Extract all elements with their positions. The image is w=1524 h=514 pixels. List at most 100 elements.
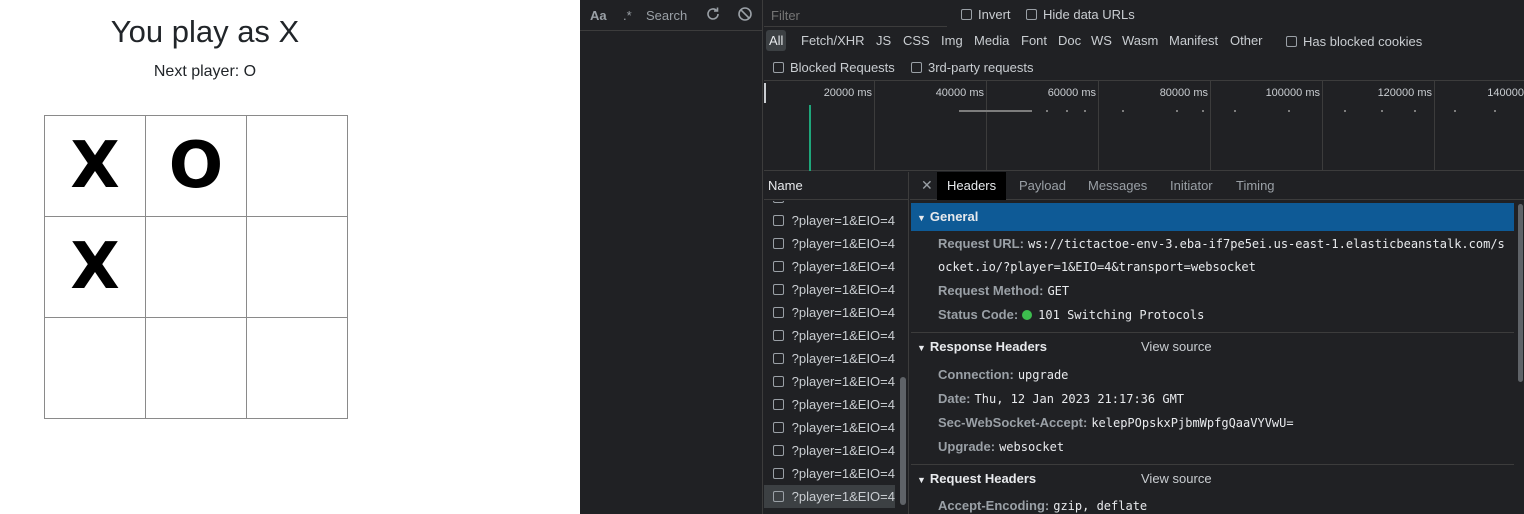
timeline-dot <box>1288 110 1290 112</box>
board-cell[interactable]: X <box>45 116 146 217</box>
tab-messages[interactable]: Messages <box>1078 172 1157 200</box>
type-filter-css[interactable]: CSS <box>900 30 933 51</box>
regex-button[interactable]: .* <box>623 8 632 23</box>
refresh-icon[interactable] <box>705 6 721 25</box>
timeline-dot <box>1234 110 1236 112</box>
checkbox-icon <box>773 399 784 410</box>
type-filter-doc[interactable]: Doc <box>1055 30 1084 51</box>
board-cell[interactable] <box>146 217 247 318</box>
match-case-button[interactable]: Aa <box>590 8 607 23</box>
checkbox-icon <box>773 330 784 341</box>
checkbox-icon <box>1286 36 1297 47</box>
status-ok-icon <box>1022 310 1033 320</box>
clear-icon[interactable] <box>737 6 753 25</box>
timeline-label: 100000 ms <box>1265 87 1320 99</box>
request-name: ?player=1&EIO=4 <box>791 351 895 366</box>
details-tabbar: ✕ Headers Payload Messages Initiator Tim… <box>910 172 1524 200</box>
hide-data-urls-checkbox[interactable]: Hide data URLs <box>1026 7 1135 22</box>
invert-checkbox[interactable]: Invert <box>961 7 1011 22</box>
name-column-header[interactable]: Name <box>764 172 909 200</box>
timeline-label: 140000 <box>1487 87 1524 99</box>
tab-timing[interactable]: Timing <box>1226 172 1285 200</box>
third-party-requests-checkbox[interactable]: 3rd-party requests <box>911 60 1034 75</box>
request-row[interactable]: ?player=1&EIO=4 <box>764 393 895 416</box>
blocked-requests-checkbox[interactable]: Blocked Requests <box>773 60 895 75</box>
timeline-dot <box>1176 110 1178 112</box>
board-cell[interactable] <box>247 116 348 217</box>
close-icon[interactable]: ✕ <box>921 177 933 194</box>
checkbox-icon <box>773 215 784 226</box>
request-name: ?player=1&EIO=4 <box>791 397 895 412</box>
general-section-header[interactable]: ▼ General <box>911 203 1514 231</box>
section-title: Request Headers <box>929 471 1037 486</box>
request-name: ?player=1&EIO=4 <box>791 328 895 343</box>
type-filter-all[interactable]: All <box>766 30 787 51</box>
has-blocked-cookies-checkbox[interactable]: Has blocked cookies <box>1286 34 1422 49</box>
field-key: Request Method: <box>938 283 1044 298</box>
response-headers-section-header[interactable]: ▼ Response Headers View source <box>911 333 1514 361</box>
board-cell[interactable] <box>247 318 348 419</box>
tab-initiator[interactable]: Initiator <box>1160 172 1223 200</box>
field-value: ocket.io/?player=1&EIO=4&transport=webso… <box>938 260 1256 274</box>
timeline-overview[interactable]: 20000 ms 40000 ms 60000 ms 80000 ms 1000… <box>764 80 1524 171</box>
filter-input[interactable] <box>764 4 947 26</box>
tab-headers[interactable]: Headers <box>937 172 1007 200</box>
field-key: Date: <box>938 391 971 406</box>
request-row[interactable]: ?player=1&EIO=4 <box>764 324 895 347</box>
timeline-label: 120000 ms <box>1377 87 1432 99</box>
request-row[interactable]: ?player=1&EIO=4 <box>764 416 895 439</box>
request-row[interactable]: ?player=1&EIO=4 <box>764 347 895 370</box>
timeline-dot <box>1381 110 1383 112</box>
request-row-selected[interactable]: ?player=1&EIO=4 <box>764 485 895 508</box>
type-filter-media[interactable]: Media <box>971 30 1012 51</box>
request-row-partial[interactable] <box>764 201 895 207</box>
field-value: websocket <box>999 440 1065 454</box>
timeline-gridline <box>1098 81 1099 171</box>
request-row[interactable]: ?player=1&EIO=4 <box>764 209 895 232</box>
board-cell[interactable]: O <box>146 116 247 217</box>
field-key: Accept-Encoding: <box>938 498 1050 513</box>
type-filter-fetch-xhr[interactable]: Fetch/XHR <box>798 30 868 51</box>
request-headers-section-header[interactable]: ▼ Request Headers View source <box>911 465 1514 493</box>
type-filter-wasm[interactable]: Wasm <box>1119 30 1161 51</box>
request-list-scrollbar[interactable] <box>900 377 906 505</box>
board-cell[interactable] <box>146 318 247 419</box>
field-value: GET <box>1047 284 1070 298</box>
has-blocked-cookies-label: Has blocked cookies <box>1303 34 1423 49</box>
checkbox-icon <box>773 422 784 433</box>
request-row[interactable]: ?player=1&EIO=4 <box>764 301 895 324</box>
field-value: 101 Switching Protocols <box>1038 308 1205 322</box>
view-source-link[interactable]: View source <box>1141 465 1212 493</box>
type-filter-font[interactable]: Font <box>1018 30 1050 51</box>
board-cell[interactable] <box>45 318 146 419</box>
request-row[interactable]: ?player=1&EIO=4 <box>764 278 895 301</box>
request-row[interactable]: ?player=1&EIO=4 <box>764 462 895 485</box>
checkbox-icon <box>773 353 784 364</box>
request-row[interactable]: ?player=1&EIO=4 <box>764 255 895 278</box>
timeline-gridline <box>986 81 987 171</box>
type-filter-manifest[interactable]: Manifest <box>1166 30 1221 51</box>
timeline-start-handle[interactable] <box>764 83 766 103</box>
type-filter-img[interactable]: Img <box>938 30 966 51</box>
expand-triangle-icon: ▼ <box>917 474 926 485</box>
type-filter-ws[interactable]: WS <box>1088 30 1115 51</box>
tab-payload[interactable]: Payload <box>1009 172 1076 200</box>
request-name: ?player=1&EIO=4 <box>791 305 895 320</box>
request-url-row-continued: ocket.io/?player=1&EIO=4&transport=webso… <box>938 255 1518 279</box>
field-key: Upgrade: <box>938 439 996 454</box>
connection-row: Connection: upgrade <box>938 363 1518 387</box>
checkbox-icon <box>773 261 784 272</box>
search-input[interactable]: Search <box>646 8 687 23</box>
board-cell[interactable] <box>247 217 348 318</box>
invert-label: Invert <box>978 7 1011 22</box>
search-pane: Aa .* Search <box>580 0 763 514</box>
type-filter-other[interactable]: Other <box>1227 30 1266 51</box>
request-row[interactable]: ?player=1&EIO=4 <box>764 439 895 462</box>
type-filter-js[interactable]: JS <box>873 30 894 51</box>
request-row[interactable]: ?player=1&EIO=4 <box>764 370 895 393</box>
timeline-request-bar <box>809 105 811 171</box>
view-source-link[interactable]: View source <box>1141 333 1212 361</box>
request-row[interactable]: ?player=1&EIO=4 <box>764 232 895 255</box>
board-cell[interactable]: X <box>45 217 146 318</box>
details-scrollbar[interactable] <box>1518 204 1523 382</box>
